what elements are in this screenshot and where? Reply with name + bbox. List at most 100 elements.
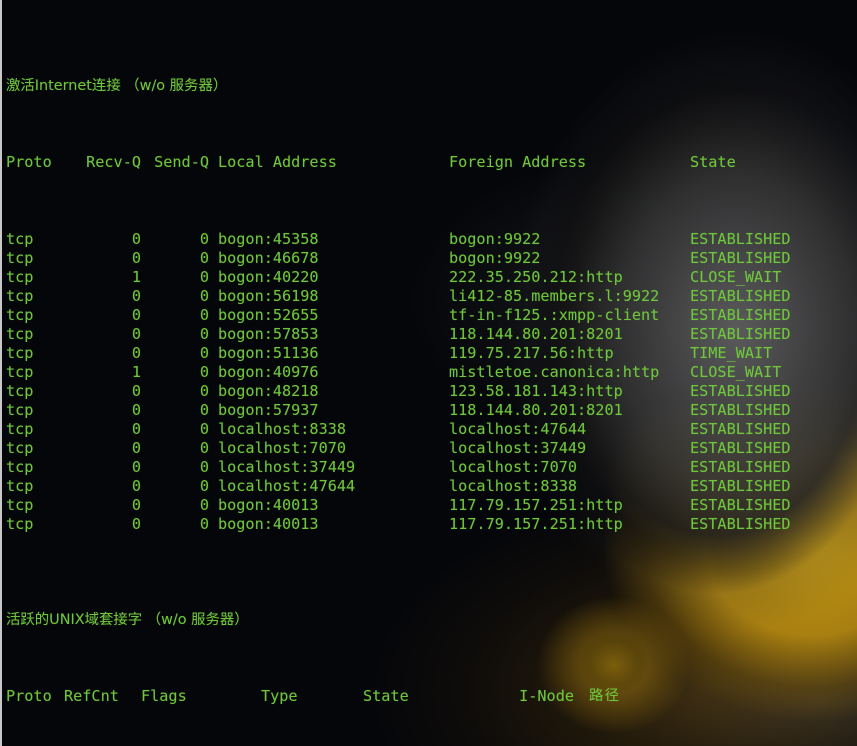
cell-local-address: bogon:45358	[218, 229, 319, 248]
header-unix-inode: I-Node	[519, 686, 574, 705]
cell-foreign-address: li412-85.members.l:9922	[449, 286, 660, 305]
internet-section-title: 激活Internet连接 （w/o 服务器）	[6, 78, 228, 95]
cell-proto: tcp	[6, 305, 34, 324]
cell-state: CLOSE_WAIT	[690, 362, 782, 381]
cell-local-address: localhost:37449	[218, 458, 356, 477]
cell-send-q: 0	[199, 305, 209, 324]
cell-recv-q: 1	[131, 362, 141, 381]
cell-local-address: bogon:46678	[218, 248, 319, 267]
cell-send-q: 0	[199, 324, 209, 343]
cell-state: ESTABLISHED	[690, 286, 791, 305]
cell-foreign-address: bogon:9922	[449, 229, 541, 248]
cell-foreign-address: tf-in-f125.:xmpp-client	[449, 305, 660, 324]
header-local-address: Local Address	[218, 153, 337, 172]
cell-foreign-address: 123.58.181.143:http	[449, 381, 623, 400]
table-row: tcp 0 0 bogon:52655 tf-in-f125.:xmpp-client E…	[6, 306, 857, 325]
cell-recv-q: 0	[131, 305, 141, 324]
cell-state: ESTABLISHED	[690, 420, 791, 439]
cell-proto: tcp	[6, 286, 34, 305]
cell-send-q: 0	[199, 343, 209, 362]
cell-state: ESTABLISHED	[690, 324, 791, 343]
cell-send-q: 0	[199, 248, 209, 267]
cell-send-q: 0	[199, 400, 209, 419]
cell-send-q: 0	[199, 362, 209, 381]
table-row: tcp 0 0 bogon:46678 bogon:9922 ESTABLISHED	[6, 249, 857, 268]
cell-foreign-address: localhost:8338	[449, 477, 578, 496]
cell-proto: tcp	[6, 515, 34, 534]
table-row: tcp 1 0 bogon:40220 222.35.250.212:http CLOSE…	[6, 268, 857, 287]
header-unix-path: 路径	[589, 687, 621, 704]
cell-foreign-address: 118.144.80.201:8201	[449, 324, 623, 343]
table-row: tcp 0 0 localhost:8338 localhost:47644 ESTABL…	[6, 420, 857, 439]
cell-recv-q: 0	[131, 343, 141, 362]
cell-send-q: 0	[199, 381, 209, 400]
cell-recv-q: 0	[131, 496, 141, 515]
cell-send-q: 0	[199, 229, 209, 248]
cell-send-q: 0	[199, 496, 209, 515]
cell-state: ESTABLISHED	[690, 305, 791, 324]
table-row: tcp 0 0 bogon:45358 bogon:9922 ESTABLISHED	[6, 230, 857, 249]
cell-local-address: bogon:57937	[218, 400, 319, 419]
header-state: State	[690, 153, 736, 172]
cell-foreign-address: localhost:7070	[449, 458, 578, 477]
table-row: tcp 0 0 bogon:40013 117.79.157.251:http ESTAB…	[6, 496, 857, 515]
cell-local-address: localhost:8338	[218, 420, 347, 439]
header-unix-type: Type	[261, 686, 298, 705]
cell-proto: tcp	[6, 324, 34, 343]
internet-connections-list: tcp 0 0 bogon:45358 bogon:9922 ESTABLISHED tcp…	[6, 230, 857, 535]
table-row: tcp 0 0 bogon:40013 117.79.157.251:http ESTAB…	[6, 515, 857, 534]
cell-state: ESTABLISHED	[690, 515, 791, 534]
terminal-window[interactable]: 激活Internet连接 （w/o 服务器） Proto Recv-Q Send…	[0, 0, 857, 746]
cell-local-address: localhost:7070	[218, 439, 347, 458]
cell-proto: tcp	[6, 343, 34, 362]
unix-header-row: Proto RefCnt Flags Type State I-Node 路径	[6, 687, 857, 706]
cell-foreign-address: bogon:9922	[449, 248, 541, 267]
cell-proto: tcp	[6, 267, 34, 286]
cell-foreign-address: localhost:37449	[449, 439, 587, 458]
internet-header-row: Proto Recv-Q Send-Q Local Address Foreig…	[6, 153, 857, 172]
cell-recv-q: 0	[131, 286, 141, 305]
cell-recv-q: 0	[131, 458, 141, 477]
header-send-q: Send-Q	[154, 153, 209, 172]
unix-section-title: 活跃的UNIX域套接字 （w/o 服务器）	[6, 611, 249, 628]
cell-foreign-address: mistletoe.canonica:http	[449, 362, 660, 381]
cell-recv-q: 0	[131, 515, 141, 534]
cell-local-address: bogon:56198	[218, 286, 319, 305]
cell-foreign-address: 117.79.157.251:http	[449, 515, 623, 534]
cell-local-address: bogon:40220	[218, 267, 319, 286]
cell-recv-q: 0	[131, 381, 141, 400]
cell-state: ESTABLISHED	[690, 248, 791, 267]
cell-proto: tcp	[6, 381, 34, 400]
cell-proto: tcp	[6, 477, 34, 496]
cell-foreign-address: 118.144.80.201:8201	[449, 400, 623, 419]
terminal-screen[interactable]: 激活Internet连接 （w/o 服务器） Proto Recv-Q Send…	[2, 0, 857, 746]
table-row: tcp 0 0 bogon:48218 123.58.181.143:http ESTAB…	[6, 382, 857, 401]
cell-state: ESTABLISHED	[690, 458, 791, 477]
cell-send-q: 0	[199, 458, 209, 477]
cell-local-address: bogon:52655	[218, 305, 319, 324]
table-row: tcp 0 0 localhost:37449 localhost:7070 ESTABL…	[6, 458, 857, 477]
cell-state: ESTABLISHED	[690, 477, 791, 496]
cell-recv-q: 0	[131, 420, 141, 439]
table-row: tcp 0 0 bogon:57853 118.144.80.201:8201 ESTAB…	[6, 325, 857, 344]
cell-send-q: 0	[199, 515, 209, 534]
header-unix-flags: Flags	[141, 686, 187, 705]
cell-local-address: bogon:51136	[218, 343, 319, 362]
cell-local-address: bogon:48218	[218, 381, 319, 400]
cell-state: CLOSE_WAIT	[690, 267, 782, 286]
header-unix-proto: Proto	[6, 686, 52, 705]
header-unix-state: State	[363, 686, 409, 705]
cell-recv-q: 0	[131, 477, 141, 496]
cell-state: ESTABLISHED	[690, 400, 791, 419]
cell-proto: tcp	[6, 496, 34, 515]
cell-send-q: 0	[199, 286, 209, 305]
cell-proto: tcp	[6, 362, 34, 381]
cell-local-address: bogon:40013	[218, 515, 319, 534]
cell-proto: tcp	[6, 400, 34, 419]
cell-foreign-address: 222.35.250.212:http	[449, 267, 623, 286]
cell-local-address: bogon:40976	[218, 362, 319, 381]
cell-recv-q: 0	[131, 229, 141, 248]
header-unix-refcnt: RefCnt	[64, 686, 119, 705]
header-recv-q: Recv-Q	[86, 153, 141, 172]
cell-state: ESTABLISHED	[690, 496, 791, 515]
